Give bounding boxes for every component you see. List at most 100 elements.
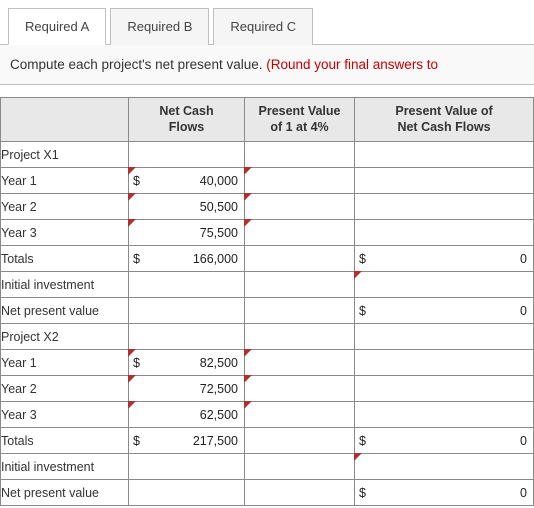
pv-value: 0 <box>373 434 527 448</box>
pv-value: 0 <box>373 252 527 266</box>
pv-cell[interactable] <box>355 168 534 194</box>
cell-empty[interactable] <box>129 454 245 480</box>
cell-empty[interactable] <box>245 428 355 454</box>
pv-cell[interactable] <box>355 220 534 246</box>
row-label: Year 2 <box>1 194 129 220</box>
ncf-value: 166,000 <box>147 252 238 266</box>
ncf-value: 75,500 <box>147 226 238 240</box>
pvf-input[interactable] <box>245 376 355 402</box>
cell-empty[interactable] <box>245 454 355 480</box>
row-label-npv: Net present value <box>1 480 129 506</box>
currency-symbol: $ <box>133 174 147 188</box>
row-label: Year 1 <box>1 168 129 194</box>
ncf-value: 40,000 <box>147 174 238 188</box>
cell-empty[interactable] <box>245 272 355 298</box>
table-row: Year 2 72,500 <box>1 376 534 402</box>
row-label: Year 1 <box>1 350 129 376</box>
pv-cell[interactable] <box>355 402 534 428</box>
header-blank <box>1 98 129 142</box>
table-row: Project X1 <box>1 142 534 168</box>
row-label: Year 2 <box>1 376 129 402</box>
table-row: Project X2 <box>1 324 534 350</box>
pvf-input[interactable] <box>245 168 355 194</box>
header-pv-line1: Present Value of <box>395 104 492 118</box>
header-pvf-line2: of 1 at 4% <box>270 120 328 134</box>
currency-symbol: $ <box>133 356 147 370</box>
table-row: Totals $217,500 $0 <box>1 428 534 454</box>
ncf-input[interactable]: 75,500 <box>129 220 245 246</box>
cell-empty[interactable] <box>129 272 245 298</box>
ncf-value: 62,500 <box>147 408 238 422</box>
pv-input[interactable] <box>355 454 534 480</box>
pv-total: $0 <box>355 246 534 272</box>
ncf-input[interactable]: 62,500 <box>129 402 245 428</box>
pvf-input[interactable] <box>245 220 355 246</box>
cell-empty[interactable] <box>355 142 534 168</box>
table-row: Net present value $0 <box>1 298 534 324</box>
cell-empty[interactable] <box>245 142 355 168</box>
table-row: Year 1 $82,500 <box>1 350 534 376</box>
pvf-input[interactable] <box>245 350 355 376</box>
table-row: Year 1 $40,000 <box>1 168 534 194</box>
ncf-input[interactable]: $82,500 <box>129 350 245 376</box>
table-row: Initial investment <box>1 272 534 298</box>
npv-cell: $0 <box>355 298 534 324</box>
currency-symbol: $ <box>133 252 147 266</box>
tab-required-a[interactable]: Required A <box>8 8 106 45</box>
cell-empty[interactable] <box>355 324 534 350</box>
npv-cell: $0 <box>355 480 534 506</box>
table-row: Year 3 62,500 <box>1 402 534 428</box>
header-ncf-line2: Flows <box>169 120 204 134</box>
pv-cell[interactable] <box>355 194 534 220</box>
ncf-value: 82,500 <box>147 356 238 370</box>
currency-symbol: $ <box>359 434 373 448</box>
cell-empty[interactable] <box>245 246 355 272</box>
ncf-value: 50,500 <box>147 200 238 214</box>
header-pv-line2: Net Cash Flows <box>397 120 490 134</box>
ncf-total: $217,500 <box>129 428 245 454</box>
instruction-bar: Compute each project's net present value… <box>0 44 534 85</box>
pvf-input[interactable] <box>245 402 355 428</box>
npv-value: 0 <box>373 486 527 500</box>
table-row: Totals $166,000 $0 <box>1 246 534 272</box>
pv-input[interactable] <box>355 272 534 298</box>
table-row: Year 2 50,500 <box>1 194 534 220</box>
tabs-bar: Required A Required B Required C <box>0 0 534 45</box>
ncf-value: 217,500 <box>147 434 238 448</box>
cell-empty[interactable] <box>129 298 245 324</box>
ncf-input[interactable]: 50,500 <box>129 194 245 220</box>
npv-value: 0 <box>373 304 527 318</box>
pv-cell[interactable] <box>355 350 534 376</box>
currency-symbol: $ <box>359 252 373 266</box>
row-label-totals: Totals <box>1 246 129 272</box>
pv-total: $0 <box>355 428 534 454</box>
row-label: Year 3 <box>1 220 129 246</box>
tab-required-b[interactable]: Required B <box>110 8 209 45</box>
tab-required-c[interactable]: Required C <box>213 8 313 45</box>
cell-empty[interactable] <box>129 480 245 506</box>
cell-empty[interactable] <box>129 142 245 168</box>
row-label-totals: Totals <box>1 428 129 454</box>
cell-empty[interactable] <box>129 324 245 350</box>
header-net-cash-flows: Net Cash Flows <box>129 98 245 142</box>
npv-table: Net Cash Flows Present Value of 1 at 4% … <box>0 97 534 506</box>
currency-symbol: $ <box>133 434 147 448</box>
pvf-input[interactable] <box>245 194 355 220</box>
row-label-initial-investment: Initial investment <box>1 454 129 480</box>
table-row: Initial investment <box>1 454 534 480</box>
table-row: Net present value $0 <box>1 480 534 506</box>
row-label: Year 3 <box>1 402 129 428</box>
ncf-input[interactable]: $40,000 <box>129 168 245 194</box>
cell-empty[interactable] <box>245 480 355 506</box>
row-label-npv: Net present value <box>1 298 129 324</box>
instruction-text: Compute each project's net present value… <box>10 57 266 72</box>
instruction-hint: (Round your final answers to <box>266 57 438 72</box>
cell-empty[interactable] <box>245 324 355 350</box>
row-label-initial-investment: Initial investment <box>1 272 129 298</box>
header-pv-factor: Present Value of 1 at 4% <box>245 98 355 142</box>
pv-cell[interactable] <box>355 376 534 402</box>
cell-empty[interactable] <box>245 298 355 324</box>
row-label-project-x2: Project X2 <box>1 324 129 350</box>
header-ncf-line1: Net Cash <box>159 104 213 118</box>
ncf-input[interactable]: 72,500 <box>129 376 245 402</box>
